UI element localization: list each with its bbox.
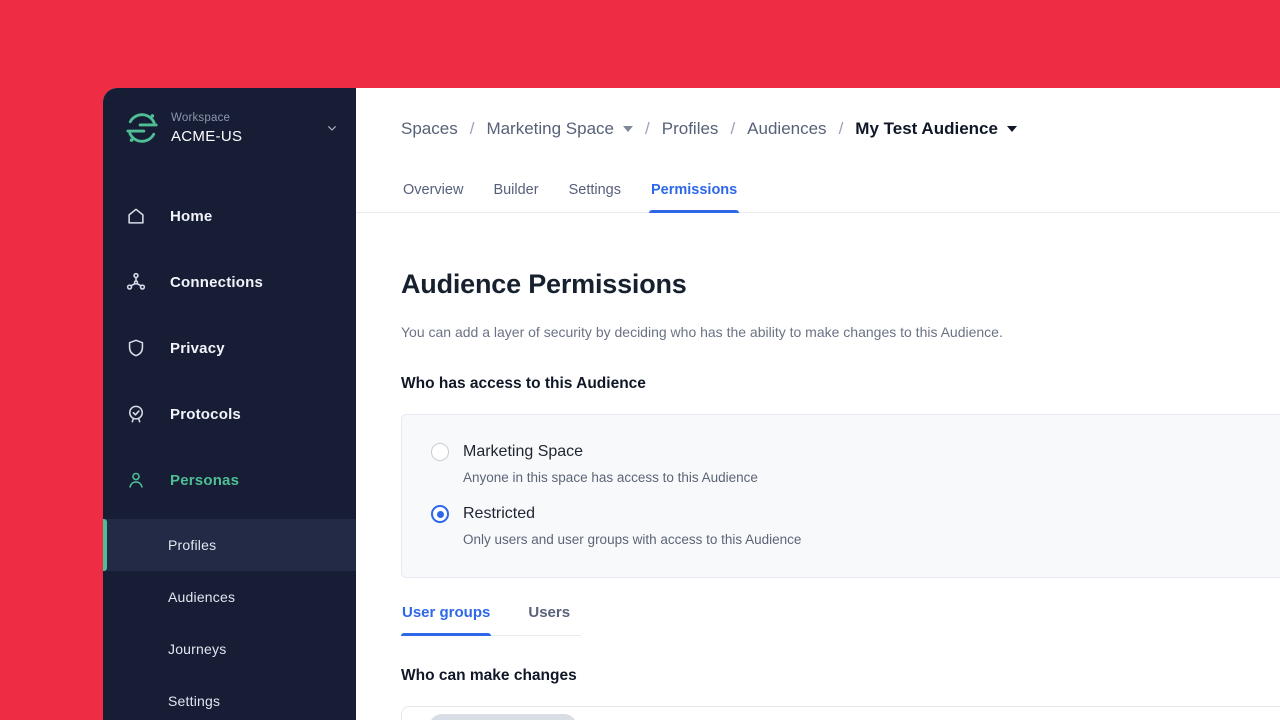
breadcrumb-separator: / [469, 118, 475, 138]
sidebar: Workspace ACME-US Home Connections Priva… [103, 88, 356, 720]
main-content: Spaces / Marketing Space / Profiles / Au… [356, 88, 1280, 720]
radio-selected[interactable] [431, 505, 449, 523]
tab-settings[interactable]: Settings [567, 181, 623, 212]
breadcrumb-label: Marketing Space [486, 118, 615, 138]
radio-option-label: Restricted [463, 505, 536, 522]
privacy-shield-icon [125, 337, 147, 359]
sidebar-subitem-journeys[interactable]: Journeys [103, 623, 356, 675]
sidebar-item-label: Connections [170, 273, 264, 291]
access-section-heading: Who has access to this Audience [401, 375, 646, 392]
caret-down-icon [623, 125, 634, 132]
sidebar-subitem-label: Profiles [168, 537, 217, 553]
access-options-card: Marketing Space Anyone in this space has… [401, 414, 1280, 578]
sidebar-item-protocols[interactable]: Protocols [103, 381, 356, 447]
permissions-page: Audience Permissions You can add a layer… [356, 213, 1280, 720]
tab-permissions[interactable]: Permissions [648, 181, 740, 213]
radio-option-text: Restricted Only users and user groups wi… [463, 504, 801, 548]
page-description: You can add a layer of security by decid… [401, 324, 1003, 340]
tab-builder[interactable]: Builder [491, 181, 540, 212]
breadcrumb-item-my-test-audience[interactable]: My Test Audience [855, 119, 1017, 139]
breadcrumb-item-profiles[interactable]: Profiles [662, 119, 719, 139]
chevron-down-icon [324, 120, 340, 136]
sidebar-item-connections[interactable]: Connections [103, 249, 356, 315]
sidebar-item-privacy[interactable]: Privacy [103, 315, 356, 381]
sidebar-item-home[interactable]: Home [103, 183, 356, 249]
sidebar-subitem-label: Journeys [168, 641, 227, 657]
breadcrumb-item-audiences[interactable]: Audiences [747, 119, 826, 139]
tab-overview[interactable]: Overview [401, 181, 465, 212]
sidebar-subitem-label: Settings [168, 693, 221, 709]
sidebar-subitem-audiences[interactable]: Audiences [103, 571, 356, 623]
protocols-badge-icon [125, 403, 147, 425]
restricted-subtabs: User groups Users [401, 603, 582, 636]
home-icon [125, 205, 147, 227]
sidebar-subitem-settings[interactable]: Settings [103, 675, 356, 720]
workspace-name: ACME-US [171, 127, 243, 145]
table-skeleton-pill [429, 714, 577, 720]
sidebar-item-label: Home [170, 207, 213, 225]
breadcrumb-label: Spaces [401, 118, 458, 138]
workspace-label: Workspace [171, 111, 231, 124]
workspace-switcher[interactable]: Workspace ACME-US [103, 88, 356, 145]
changes-panel [401, 706, 1280, 720]
access-option-marketing-space[interactable]: Marketing Space Anyone in this space has… [431, 442, 1280, 486]
red-frame: Workspace ACME-US Home Connections Priva… [0, 0, 1280, 720]
audience-tabs: Overview Builder Settings Permissions [356, 181, 1280, 213]
breadcrumb: Spaces / Marketing Space / Profiles / Au… [356, 88, 1280, 142]
personas-person-icon [125, 469, 147, 491]
breadcrumb-label: Profiles [661, 118, 719, 138]
page-title: Audience Permissions [401, 269, 687, 299]
personas-subnav: Profiles Audiences Journeys Settings [103, 519, 356, 720]
subtab-user-groups[interactable]: User groups [401, 603, 492, 636]
radio-option-description: Anyone in this space has access to this … [463, 470, 758, 485]
segment-logo [125, 111, 159, 145]
radio-unselected[interactable] [431, 443, 449, 461]
radio-option-text: Marketing Space Anyone in this space has… [463, 442, 758, 486]
breadcrumb-item-marketing-space[interactable]: Marketing Space [486, 118, 634, 139]
sidebar-item-label: Personas [170, 471, 240, 489]
subtab-users[interactable]: Users [527, 603, 571, 635]
sidebar-nav: Home Connections Privacy Protocols Perso… [103, 183, 356, 720]
sidebar-subitem-label: Audiences [168, 589, 236, 605]
sidebar-item-label: Privacy [170, 339, 225, 357]
sidebar-subitem-profiles[interactable]: Profiles [103, 519, 356, 571]
app-window: Workspace ACME-US Home Connections Priva… [103, 88, 1280, 720]
radio-option-label: Marketing Space [463, 443, 584, 460]
breadcrumb-label: Audiences [747, 118, 827, 138]
breadcrumb-separator: / [838, 118, 844, 138]
access-option-restricted[interactable]: Restricted Only users and user groups wi… [431, 504, 1280, 548]
breadcrumb-separator: / [645, 118, 650, 138]
radio-option-description: Only users and user groups with access t… [463, 532, 802, 547]
workspace-text: Workspace ACME-US [171, 112, 312, 145]
sidebar-item-personas[interactable]: Personas [103, 447, 356, 513]
breadcrumb-item-spaces[interactable]: Spaces [401, 119, 458, 139]
breadcrumb-separator: / [730, 118, 736, 138]
sidebar-item-label: Protocols [170, 405, 241, 423]
connections-icon [125, 271, 147, 293]
changes-section-heading: Who can make changes [401, 667, 577, 684]
breadcrumb-label: My Test Audience [855, 118, 998, 138]
caret-down-icon [1006, 125, 1017, 132]
